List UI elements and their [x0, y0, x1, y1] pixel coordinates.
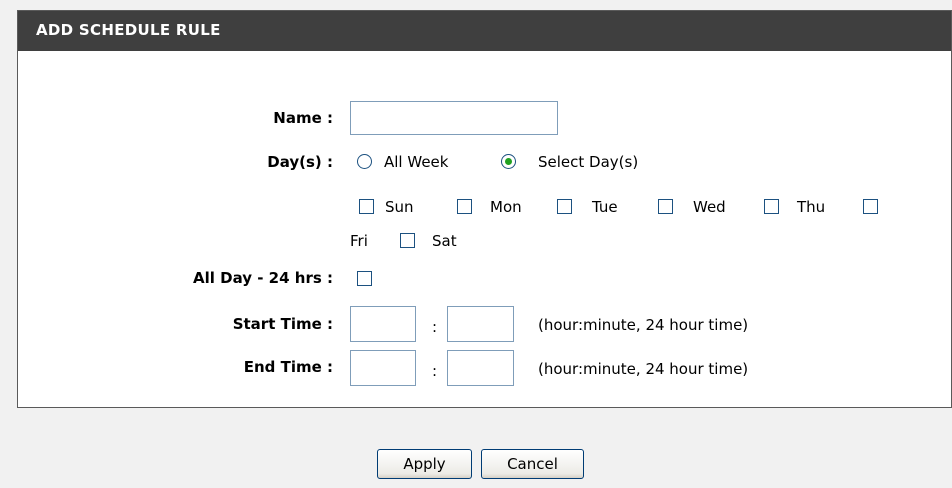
all-week-label: All Week	[384, 153, 449, 171]
days-label: Day(s) :	[267, 153, 333, 171]
checkbox-mon[interactable]	[457, 199, 472, 214]
all-week-radio[interactable]	[357, 154, 372, 169]
start-minute-input[interactable]	[447, 306, 514, 342]
weekday-label-thu: Thu	[797, 198, 826, 216]
weekday-label-sat: Sat	[432, 232, 457, 250]
start-time-separator: :	[432, 318, 438, 336]
panel-title: ADD SCHEDULE RULE	[36, 21, 221, 39]
start-time-label: Start Time :	[232, 315, 333, 333]
panel-header: ADD SCHEDULE RULE	[18, 11, 951, 51]
start-hour-input[interactable]	[350, 306, 416, 342]
weekday-label-sun: Sun	[385, 198, 414, 216]
select-days-radio[interactable]	[501, 154, 516, 169]
checkbox-wed[interactable]	[658, 199, 673, 214]
end-time-label: End Time :	[243, 358, 333, 376]
end-hour-input[interactable]	[350, 350, 416, 386]
name-label: Name :	[273, 109, 333, 127]
checkbox-tue[interactable]	[557, 199, 572, 214]
weekday-label-wed: Wed	[693, 198, 726, 216]
start-time-hint: (hour:minute, 24 hour time)	[538, 316, 749, 334]
weekday-label-mon: Mon	[490, 198, 522, 216]
cancel-button[interactable]: Cancel	[481, 449, 584, 479]
weekday-label-fri: Fri	[350, 232, 368, 250]
apply-button[interactable]: Apply	[377, 449, 472, 479]
checkbox-sun[interactable]	[359, 199, 374, 214]
select-days-label: Select Day(s)	[538, 153, 639, 171]
end-minute-input[interactable]	[447, 350, 514, 386]
end-time-hint: (hour:minute, 24 hour time)	[538, 360, 749, 378]
all-day-checkbox[interactable]	[357, 271, 372, 286]
checkbox-fri[interactable]	[863, 199, 878, 214]
all-day-label: All Day - 24 hrs :	[193, 269, 333, 287]
weekday-label-tue: Tue	[592, 198, 618, 216]
end-time-separator: :	[432, 362, 438, 380]
name-input[interactable]	[350, 101, 558, 135]
checkbox-sat[interactable]	[400, 233, 415, 248]
checkbox-thu[interactable]	[764, 199, 779, 214]
